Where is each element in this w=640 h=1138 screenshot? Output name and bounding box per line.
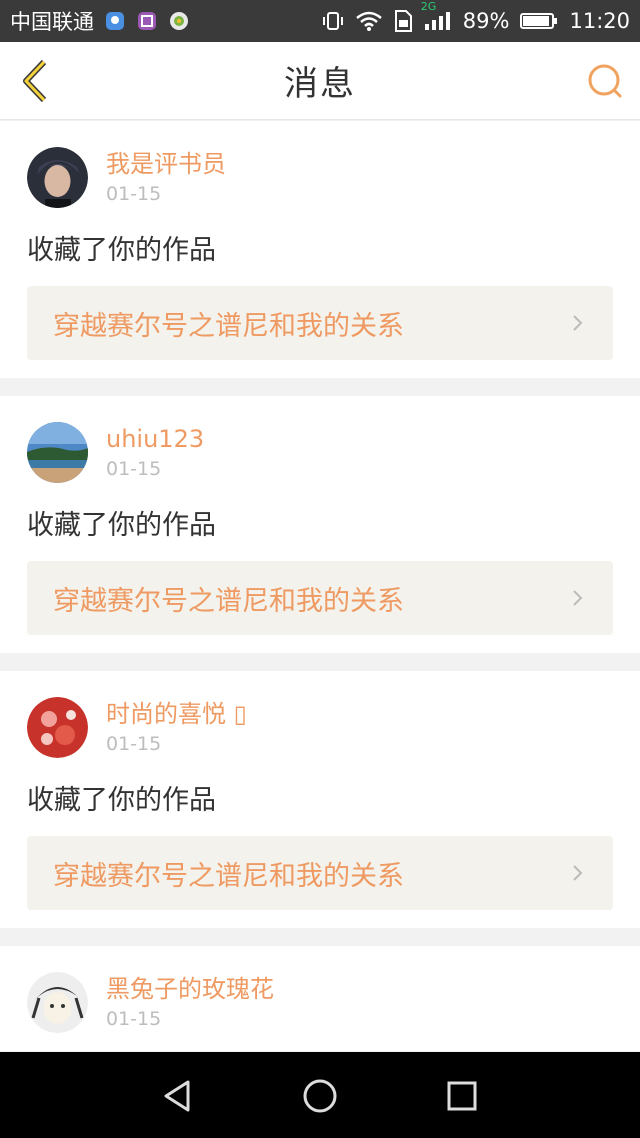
message-item: uhiu123 01-15 收藏了你的作品 穿越赛尔号之谱尼和我的关系: [0, 396, 640, 653]
work-link-button[interactable]: 穿越赛尔号之谱尼和我的关系: [27, 561, 613, 635]
avatar[interactable]: [27, 972, 88, 1033]
work-link-button[interactable]: 穿越赛尔号之谱尼和我的关系: [27, 836, 613, 910]
status-bar: 中国联通 2G 89% 11:20: [0, 0, 640, 42]
gallery-icon: [136, 10, 158, 32]
back-button[interactable]: [16, 58, 52, 104]
message-date: 01-15: [106, 732, 162, 755]
work-title: 穿越赛尔号之谱尼和我的关系: [53, 860, 404, 892]
location-icon: [104, 10, 126, 32]
carrier-label: 中国联通: [10, 10, 94, 34]
message-item: 我是评书员 01-15 收藏了你的作品 穿越赛尔号之谱尼和我的关系: [0, 121, 640, 378]
system-nav-bar: [0, 1052, 640, 1138]
message-list[interactable]: 我是评书员 01-15 收藏了你的作品 穿越赛尔号之谱尼和我的关系 uhiu12…: [0, 121, 640, 1052]
vibrate-icon: [321, 10, 345, 32]
chevron-right-icon: [573, 590, 583, 606]
home-circle-icon: [303, 1079, 337, 1113]
avatar[interactable]: [27, 147, 88, 208]
clock: 11:20: [569, 9, 630, 33]
avatar[interactable]: [27, 697, 88, 758]
recents-square-icon: [447, 1081, 477, 1111]
nav-recents-button[interactable]: [442, 1076, 482, 1116]
action-text: 收藏了你的作品: [27, 510, 216, 541]
avatar[interactable]: [27, 422, 88, 483]
battery-icon: [519, 10, 559, 32]
message-date: 01-15: [106, 457, 162, 480]
app-icon: [168, 10, 190, 32]
search-icon: [588, 64, 622, 98]
work-link-button[interactable]: 穿越赛尔号之谱尼和我的关系: [27, 286, 613, 360]
work-title: 穿越赛尔号之谱尼和我的关系: [53, 310, 404, 342]
username-link[interactable]: 黑兔子的玫瑰花: [106, 974, 274, 1004]
username-link[interactable]: 时尚的喜悦 ▯: [106, 699, 247, 729]
action-text: 收藏了你的作品: [27, 785, 216, 816]
page-title: 消息: [284, 64, 356, 104]
message-date: 01-15: [106, 182, 162, 205]
chevron-right-icon: [573, 865, 583, 881]
search-button[interactable]: [586, 62, 624, 100]
signal-icon: 2G: [421, 0, 453, 32]
message-date: 01-15: [106, 1007, 162, 1030]
sim-icon: [393, 9, 413, 33]
action-text: 收藏了你的作品: [27, 235, 216, 266]
chevron-right-icon: [573, 315, 583, 331]
nav-home-button[interactable]: [300, 1076, 340, 1116]
network-type-label: 2G: [420, 0, 437, 13]
nav-back-button[interactable]: [158, 1076, 198, 1116]
work-title: 穿越赛尔号之谱尼和我的关系: [53, 585, 404, 617]
username-link[interactable]: uhiu123: [106, 424, 204, 454]
username-link[interactable]: 我是评书员: [106, 149, 226, 179]
message-item: 时尚的喜悦 ▯ 01-15 收藏了你的作品 穿越赛尔号之谱尼和我的关系: [0, 671, 640, 928]
back-triangle-icon: [164, 1080, 190, 1112]
battery-percent: 89%: [462, 9, 510, 33]
app-header: 消息: [0, 42, 640, 120]
wifi-icon: [355, 10, 383, 32]
message-item: 黑兔子的玫瑰花 01-15: [0, 946, 640, 1051]
chevron-left-icon: [23, 59, 47, 103]
